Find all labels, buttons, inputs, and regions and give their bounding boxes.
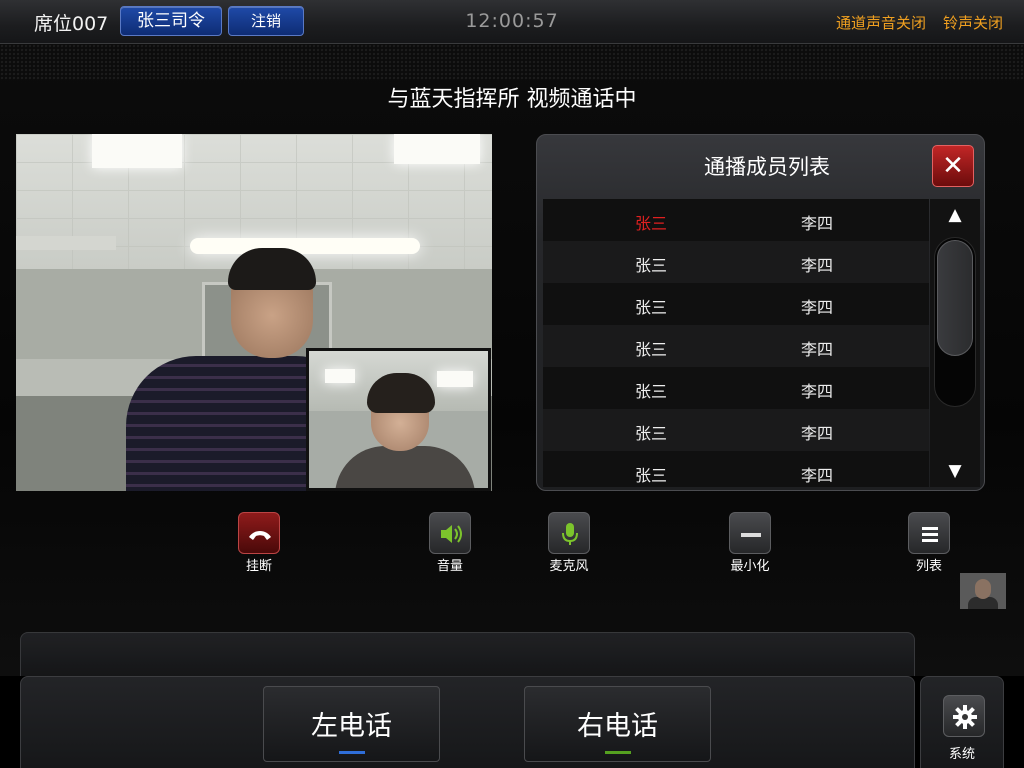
remote-video[interactable] bbox=[16, 134, 492, 491]
minimize-icon bbox=[729, 512, 771, 554]
volume-label: 音量 bbox=[436, 559, 463, 574]
member-right-name: 李四 bbox=[801, 382, 834, 401]
member-left-name: 张三 bbox=[635, 340, 668, 359]
member-right-name: 李四 bbox=[801, 340, 834, 359]
member-left-name: 张三 bbox=[635, 424, 668, 443]
microphone-button[interactable]: 麦克风 bbox=[539, 512, 599, 574]
member-right-name: 李四 bbox=[801, 298, 834, 317]
speaker-icon bbox=[429, 512, 471, 554]
microphone-icon bbox=[548, 512, 590, 554]
minimize-button[interactable]: 最小化 bbox=[720, 512, 780, 574]
system-button[interactable]: 系统 bbox=[920, 676, 1004, 768]
speaker-grille bbox=[0, 44, 1024, 80]
system-label: 系统 bbox=[948, 747, 975, 762]
list-item[interactable]: 张三 李四 bbox=[543, 409, 929, 451]
scroll-thumb[interactable] bbox=[937, 240, 973, 356]
list-icon bbox=[908, 512, 950, 554]
video-lamp bbox=[190, 238, 420, 254]
gear-icon bbox=[943, 695, 985, 737]
list-item[interactable]: 张三 李四 bbox=[543, 283, 929, 325]
right-phone-indicator bbox=[604, 751, 631, 754]
ringtone-status[interactable]: 铃声关闭 bbox=[943, 12, 1003, 33]
microphone-label: 麦克风 bbox=[549, 559, 589, 574]
ceiling-light bbox=[394, 134, 480, 164]
panel-title: 通播成员列表 bbox=[704, 155, 830, 179]
left-phone-indicator bbox=[338, 751, 365, 754]
member-list: 张三 李四 张三 李四 张三 李四 张三 李四 张三 李四 张三 李四 张三 李… bbox=[543, 199, 929, 487]
scroll-down-icon[interactable]: ▼ bbox=[930, 461, 980, 481]
list-scrollbar[interactable]: ▲ ▼ bbox=[930, 199, 980, 487]
member-left-name: 张三 bbox=[635, 466, 668, 485]
hangup-icon bbox=[238, 512, 280, 554]
member-right-name: 李四 bbox=[801, 214, 834, 233]
video-shelf bbox=[16, 236, 116, 250]
close-button[interactable]: ✕ bbox=[932, 145, 974, 187]
speaker-grille-bottom bbox=[20, 632, 915, 676]
ceiling-light bbox=[92, 134, 182, 168]
hangup-label: 挂断 bbox=[245, 559, 272, 574]
left-phone-button[interactable]: 左电话 bbox=[263, 686, 440, 762]
list-item[interactable]: 张三 李四 bbox=[543, 451, 929, 487]
list-item[interactable]: 张三 李四 bbox=[543, 241, 929, 283]
member-list-panel: 通播成员列表 ✕ 张三 李四 张三 李四 张三 李四 张三 李四 张三 李四 张… bbox=[536, 134, 985, 491]
member-left-name: 张三 bbox=[635, 298, 668, 317]
remote-person-hair bbox=[228, 248, 316, 290]
bottom-bar: 左电话 右电话 bbox=[20, 676, 915, 768]
close-icon: ✕ bbox=[942, 151, 964, 181]
list-item[interactable]: 张三 李四 bbox=[543, 367, 929, 409]
member-right-name: 李四 bbox=[801, 256, 834, 275]
list-button[interactable]: 列表 bbox=[899, 512, 959, 574]
member-right-name: 李四 bbox=[801, 424, 834, 443]
right-phone-label: 右电话 bbox=[577, 711, 658, 742]
volume-button[interactable]: 音量 bbox=[420, 512, 480, 574]
thumbnail-person-head bbox=[975, 579, 991, 599]
minimize-label: 最小化 bbox=[730, 559, 770, 574]
top-bar: 席位007 张三司令 注销 12:00:57 通道声音关闭 铃声关闭 bbox=[0, 0, 1024, 44]
call-title: 与蓝天指挥所 视频通话中 bbox=[387, 87, 637, 112]
member-left-name: 张三 bbox=[635, 214, 668, 233]
scroll-track[interactable] bbox=[934, 237, 976, 407]
minimized-video-thumbnail[interactable] bbox=[960, 573, 1006, 609]
list-item[interactable]: 张三 李四 bbox=[543, 199, 929, 241]
local-video-pip[interactable] bbox=[306, 348, 491, 491]
list-item[interactable]: 张三 李四 bbox=[543, 325, 929, 367]
channel-audio-status[interactable]: 通道声音关闭 bbox=[836, 12, 926, 33]
pip-light bbox=[325, 369, 355, 383]
member-right-name: 李四 bbox=[801, 466, 834, 485]
member-left-name: 张三 bbox=[635, 256, 668, 275]
member-left-name: 张三 bbox=[635, 382, 668, 401]
pip-light bbox=[437, 371, 473, 387]
left-phone-label: 左电话 bbox=[311, 711, 392, 742]
scroll-up-icon[interactable]: ▲ bbox=[930, 205, 980, 225]
list-label: 列表 bbox=[915, 559, 942, 574]
hangup-button[interactable]: 挂断 bbox=[229, 512, 289, 574]
right-phone-button[interactable]: 右电话 bbox=[524, 686, 711, 762]
local-person-body bbox=[335, 446, 475, 488]
